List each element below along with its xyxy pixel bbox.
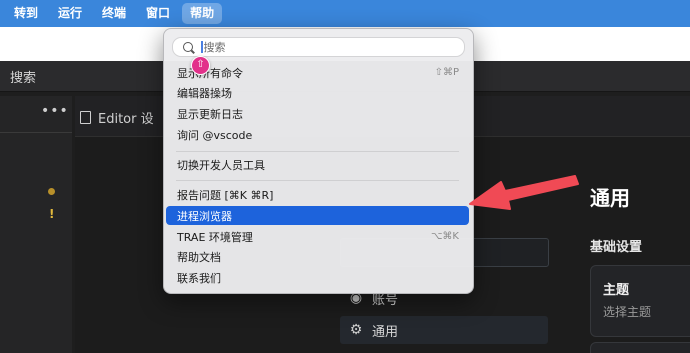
search-icon [183,42,193,52]
menu-search-box[interactable] [172,37,465,57]
cursor-badge-icon: ⇧ [191,56,210,75]
nav-item-general[interactable]: ⚙ 通用 [340,316,548,344]
gear-icon: ⚙ [349,322,363,338]
menu-item-release-notes[interactable]: 显示更新日志 [166,104,471,123]
menu-bar: 转到 运行 终端 窗口 帮助 [0,0,690,27]
sidebar [0,96,72,353]
menu-item-help-docs[interactable]: 帮助文档 [166,247,471,266]
menu-search-input[interactable] [203,40,444,54]
menu-item-shortcut: ⌥⌘K [430,231,459,242]
settings-section-title: 基础设置 [590,240,643,255]
text-caret [201,41,203,53]
settings-heading: 通用 [590,186,630,210]
editor-tab-settings[interactable]: Editor 设 [80,100,154,134]
menu-help[interactable]: 帮助 [182,3,223,24]
menu-item-label: 询问 @vscode [177,128,253,142]
menu-item-show-all-commands[interactable]: 显示所有命令 ⇧⌘P [166,63,471,82]
menu-separator [176,151,459,152]
menu-item-label: 显示更新日志 [177,107,243,121]
status-dot-icon [48,188,55,195]
menu-terminal[interactable]: 终端 [94,3,134,24]
menu-item-contact-us[interactable]: 联系我们 [166,268,471,287]
menu-item-editor-playground[interactable]: 编辑器操场 [166,83,471,102]
file-icon [80,110,91,124]
menu-separator [176,180,459,181]
menu-item-label: 进程浏览器 [177,209,232,223]
editor-tab-label: Editor 设 [98,111,154,127]
menu-goto[interactable]: 转到 [6,3,46,24]
menu-item-shortcut: ⇧⌘P [434,67,459,78]
sidebar-divider [0,132,72,133]
language-card[interactable] [590,342,690,353]
menu-item-label: 编辑器操场 [177,86,232,100]
search-panel-title: 搜索 [10,71,37,86]
warning-icon: ! [49,207,55,221]
menu-item-label: TRAE 环境管理 [177,230,253,244]
screen: 转到 运行 终端 窗口 帮助 搜索 ••• ! Editor 设 ◉ 账号 ⚙ … [0,0,690,353]
theme-card-subtitle: 选择主题 [603,305,652,319]
menu-item-process-explorer[interactable]: 进程浏览器 [166,206,469,225]
menu-item-toggle-devtools[interactable]: 切换开发人员工具 [166,155,471,174]
theme-card[interactable] [590,265,690,337]
menu-item-label: 显示所有命令 [177,66,243,80]
menu-window[interactable]: 窗口 [138,3,178,24]
menu-item-label: 帮助文档 [177,250,221,264]
menu-item-label: 联系我们 [177,271,221,285]
menu-item-label: 报告问题 [⌘K ⌘R] [177,188,274,202]
more-icon[interactable]: ••• [41,103,69,119]
menu-run[interactable]: 运行 [50,3,90,24]
menu-item-trae-env[interactable]: TRAE 环境管理 ⌥⌘K [166,227,471,246]
menu-item-ask-vscode[interactable]: 询问 @vscode [166,125,471,144]
menu-item-report-issue[interactable]: 报告问题 [⌘K ⌘R] [166,185,471,204]
theme-card-title: 主题 [603,283,630,298]
nav-item-general-label: 通用 [372,324,399,340]
menu-item-label: 切换开发人员工具 [177,158,265,172]
